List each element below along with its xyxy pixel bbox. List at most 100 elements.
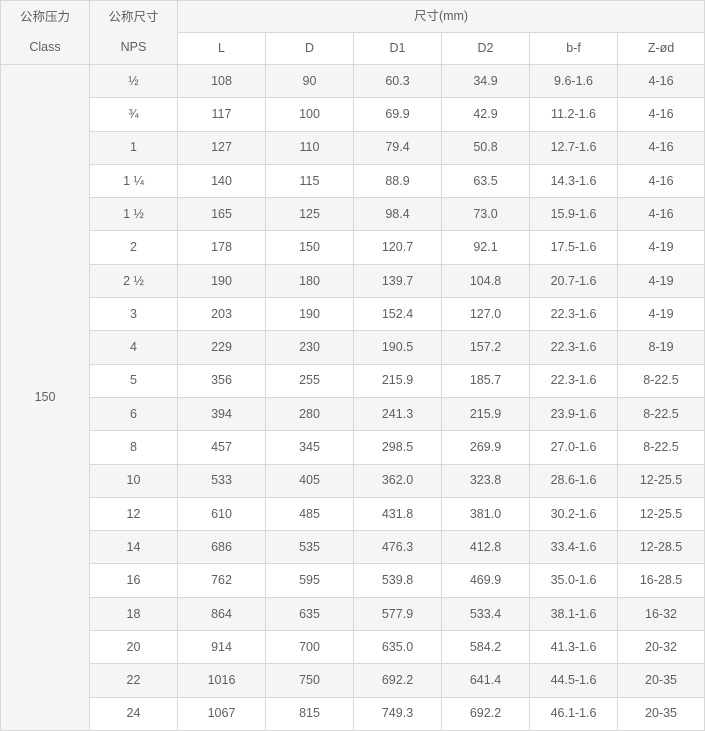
cell-L: 457 xyxy=(177,430,266,465)
cell-D: 405 xyxy=(265,463,354,498)
cell-zd: 4-19 xyxy=(616,297,705,332)
cell-zd: 8-22.5 xyxy=(616,396,705,432)
cell-D1: 749.3 xyxy=(353,696,442,731)
table-row: 24 1067 815 749.3 692.2 46.1-1.6 20-35 xyxy=(1,696,705,731)
cell-D1: 539.8 xyxy=(353,563,442,598)
cell-D1: 79.4 xyxy=(353,130,442,165)
cell-D1: 215.9 xyxy=(353,363,442,398)
cell-L: 394 xyxy=(177,396,266,432)
cell-D: 110 xyxy=(265,130,354,165)
header-col-D: D xyxy=(265,32,354,65)
cell-D1: 298.5 xyxy=(353,430,442,465)
cell-D2: 412.8 xyxy=(441,530,530,565)
cell-L: 1016 xyxy=(177,663,266,698)
cell-D1: 577.9 xyxy=(353,596,442,632)
cell-nps: 4 xyxy=(89,330,178,365)
cell-nps: 14 xyxy=(89,530,178,565)
cell-D2: 269.9 xyxy=(441,430,530,465)
table-row: 1 ¼ 140 115 88.9 63.5 14.3-1.6 4-16 xyxy=(1,163,705,199)
cell-D1: 98.4 xyxy=(353,197,442,232)
cell-L: 762 xyxy=(177,563,266,598)
cell-L: 165 xyxy=(177,197,266,232)
cell-bf: 14.3-1.6 xyxy=(529,163,618,199)
cell-bf: 12.7-1.6 xyxy=(529,130,618,165)
cell-D2: 185.7 xyxy=(441,363,530,398)
table-row: 10 533 405 362.0 323.8 28.6-1.6 12-25.5 xyxy=(1,463,705,498)
cell-D1: 69.9 xyxy=(353,97,442,132)
cell-bf: 46.1-1.6 xyxy=(529,696,618,731)
cell-D2: 104.8 xyxy=(441,263,530,299)
cell-D: 535 xyxy=(265,530,354,565)
cell-nps: 1 xyxy=(89,130,178,165)
cell-L: 229 xyxy=(177,330,266,365)
cell-D2: 157.2 xyxy=(441,330,530,365)
cell-nps: 16 xyxy=(89,563,178,598)
cell-D2: 34.9 xyxy=(441,63,530,99)
cell-nps: 10 xyxy=(89,463,178,498)
table-row: 6 394 280 241.3 215.9 23.9-1.6 8-22.5 xyxy=(1,396,705,432)
cell-L: 127 xyxy=(177,130,266,165)
cell-D1: 152.4 xyxy=(353,297,442,332)
cell-nps: 1 ¼ xyxy=(89,163,178,199)
header-col-bf: b-f xyxy=(529,32,618,65)
table-row: 22 1016 750 692.2 641.4 44.5-1.6 20-35 xyxy=(1,663,705,698)
cell-D2: 73.0 xyxy=(441,197,530,232)
cell-bf: 11.2-1.6 xyxy=(529,97,618,132)
cell-L: 610 xyxy=(177,496,266,532)
cell-L: 178 xyxy=(177,230,266,265)
cell-bf: 44.5-1.6 xyxy=(529,663,618,698)
cell-D2: 42.9 xyxy=(441,97,530,132)
cell-nps: ¾ xyxy=(89,97,178,132)
cell-L: 914 xyxy=(177,630,266,665)
cell-D: 255 xyxy=(265,363,354,398)
table-row: 150 ½ 108 90 60.3 34.9 9.6-1.6 4-16 xyxy=(0,63,705,731)
cell-D: 815 xyxy=(265,696,354,731)
cell-D2: 127.0 xyxy=(441,297,530,332)
cell-L: 140 xyxy=(177,163,266,199)
cell-nps: 18 xyxy=(89,596,178,632)
cell-bf: 41.3-1.6 xyxy=(529,630,618,665)
cell-D: 115 xyxy=(265,163,354,199)
cell-zd: 4-16 xyxy=(616,63,705,99)
cell-zd: 12-25.5 xyxy=(616,463,705,498)
cell-nps: 2 xyxy=(89,230,178,265)
cell-nps: 2 ½ xyxy=(89,263,178,299)
table-row: 14 686 535 476.3 412.8 33.4-1.6 12-28.5 xyxy=(1,530,705,565)
cell-bf: 9.6-1.6 xyxy=(529,63,618,99)
cell-zd: 4-16 xyxy=(616,97,705,132)
cell-D1: 635.0 xyxy=(353,630,442,665)
header-col-L: L xyxy=(177,32,266,65)
header-class-column: 公称压力 Class xyxy=(0,0,90,65)
cell-zd: 8-19 xyxy=(616,330,705,365)
table-row: 1 127 110 79.4 50.8 12.7-1.6 4-16 xyxy=(1,130,705,165)
table-header: 公称压力 Class 公称尺寸 NPS 尺寸(mm) L D D1 D2 b-f… xyxy=(0,0,705,65)
cell-D1: 120.7 xyxy=(353,230,442,265)
header-class-label-cn: 公称压力 xyxy=(19,10,70,25)
cell-nps: 20 xyxy=(89,630,178,665)
cell-zd: 12-28.5 xyxy=(616,530,705,565)
header-nps-label-en: NPS xyxy=(120,40,147,54)
cell-L: 533 xyxy=(177,463,266,498)
cell-D: 100 xyxy=(265,97,354,132)
cell-D: 150 xyxy=(265,230,354,265)
cell-bf: 35.0-1.6 xyxy=(529,563,618,598)
cell-D: 750 xyxy=(265,663,354,698)
cell-D1: 431.8 xyxy=(353,496,442,532)
cell-bf: 27.0-1.6 xyxy=(529,430,618,465)
cell-nps: 12 xyxy=(89,496,178,532)
cell-L: 203 xyxy=(177,297,266,332)
table-row: 2 178 150 120.7 92.1 17.5-1.6 4-19 xyxy=(1,230,705,265)
header-dimensions-group: 尺寸(mm) xyxy=(176,0,705,33)
cell-D2: 92.1 xyxy=(441,230,530,265)
cell-bf: 15.9-1.6 xyxy=(529,197,618,232)
cell-D1: 241.3 xyxy=(353,396,442,432)
cell-D1: 60.3 xyxy=(353,63,442,99)
cell-bf: 28.6-1.6 xyxy=(529,463,618,498)
header-col-D2: D2 xyxy=(441,32,530,65)
cell-zd: 16-28.5 xyxy=(616,563,705,598)
cell-L: 117 xyxy=(177,97,266,132)
cell-L: 1067 xyxy=(177,696,266,731)
header-nps-column: 公称尺寸 NPS xyxy=(89,0,178,65)
cell-L: 190 xyxy=(177,263,266,299)
cell-D1: 476.3 xyxy=(353,530,442,565)
